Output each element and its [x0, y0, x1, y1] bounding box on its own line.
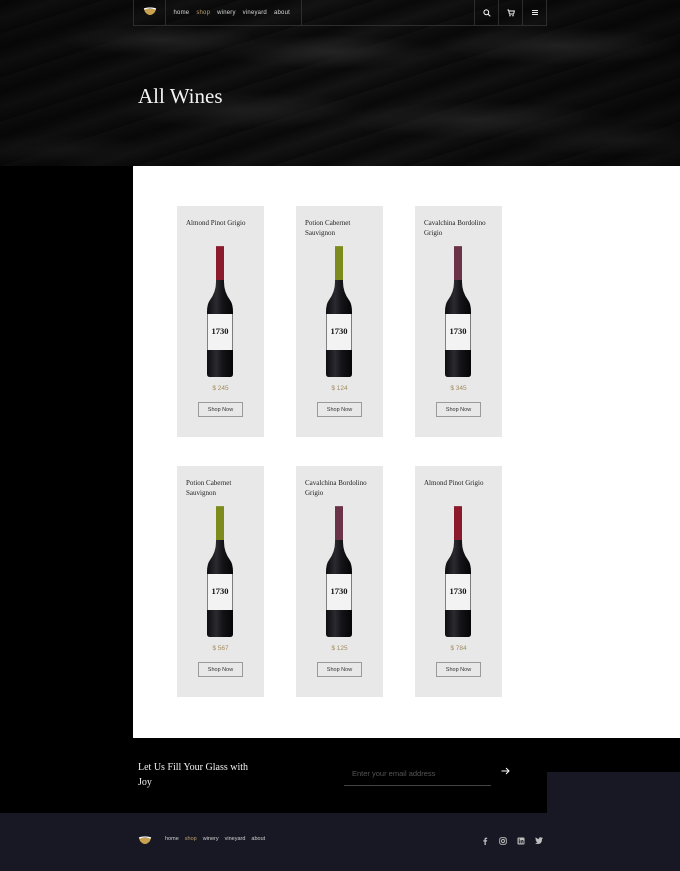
product-card[interactable]: Almond Pinot Grigio 1730 $ 245 Shop Now	[177, 206, 264, 437]
product-name[interactable]: Cavalchina Bordolino Grigio	[424, 218, 498, 238]
nav-winery[interactable]: winery	[214, 10, 240, 16]
newsletter-section: Let Us Fill Your Glass with Joy Enter yo…	[133, 738, 547, 813]
bottle-label-text: 1730	[331, 326, 348, 336]
product-card[interactable]: Potion Cabernet Sauvignon 1730 $ 124 Sho…	[296, 206, 383, 437]
instagram-icon[interactable]	[498, 836, 507, 845]
product-name[interactable]: Almond Pinot Grigio	[424, 478, 498, 488]
twitter-icon[interactable]	[534, 836, 543, 845]
product-card[interactable]: Cavalchina Bordolino Grigio 1730 $ 345 S…	[415, 206, 502, 437]
footer-nav: home shop winery vineyard about	[162, 836, 268, 842]
footer-nav-home[interactable]: home	[162, 836, 182, 842]
cart-button[interactable]	[498, 0, 522, 26]
submit-button[interactable]	[501, 767, 510, 778]
bottle-label-text: 1730	[212, 586, 229, 596]
wine-glass-logo-icon	[138, 836, 152, 844]
newsletter-title: Let Us Fill Your Glass with Joy	[138, 762, 249, 788]
nav-vineyard[interactable]: vineyard	[239, 10, 270, 16]
footer-accent	[547, 772, 680, 813]
product-name[interactable]: Potion Cabernet Sauvignon	[186, 478, 260, 498]
nav-about[interactable]: about	[270, 10, 293, 16]
product-card[interactable]: Potion Cabernet Sauvignon 1730 $ 567 Sho…	[177, 466, 264, 697]
product-price: $ 345	[450, 385, 467, 392]
product-price: $ 124	[331, 385, 348, 392]
product-name[interactable]: Cavalchina Bordolino Grigio	[305, 478, 379, 498]
bottle-label-text: 1730	[450, 326, 467, 336]
wine-bottle-image[interactable]: 1730	[325, 246, 353, 378]
page-title: All Wines	[138, 84, 223, 108]
product-price: $ 567	[212, 645, 229, 652]
footer: home shop winery vineyard about	[0, 813, 680, 871]
shop-now-button[interactable]: Shop Now	[317, 402, 362, 417]
menu-icon	[531, 10, 538, 15]
wine-glass-logo-icon	[143, 7, 156, 15]
logo[interactable]	[134, 0, 166, 26]
product-price: $ 784	[450, 645, 467, 652]
product-name[interactable]: Potion Cabernet Sauvignon	[305, 218, 379, 238]
linkedin-icon[interactable]	[516, 836, 525, 845]
product-name[interactable]: Almond Pinot Grigio	[186, 218, 260, 228]
shop-now-button[interactable]: Shop Now	[436, 662, 481, 677]
product-card[interactable]: Almond Pinot Grigio 1730 $ 784 Shop Now	[415, 466, 502, 697]
product-card[interactable]: Cavalchina Bordolino Grigio 1730 $ 125 S…	[296, 466, 383, 697]
nav-home[interactable]: home	[170, 10, 193, 16]
menu-button[interactable]	[522, 0, 546, 26]
footer-logo[interactable]	[138, 834, 152, 852]
shop-now-button[interactable]: Shop Now	[198, 402, 243, 417]
email-input[interactable]: Enter your email address	[344, 766, 491, 786]
wine-bottle-image[interactable]: 1730	[444, 246, 472, 378]
wine-bottle-image[interactable]: 1730	[206, 246, 234, 378]
bottle-label-text: 1730	[331, 586, 348, 596]
shop-now-button[interactable]: Shop Now	[317, 662, 362, 677]
footer-nav-shop[interactable]: shop	[182, 836, 200, 842]
facebook-icon[interactable]	[480, 836, 489, 845]
shop-now-button[interactable]: Shop Now	[436, 402, 481, 417]
main-nav: home shop winery vineyard about	[166, 0, 303, 26]
wine-bottle-image[interactable]: 1730	[444, 506, 472, 638]
shop-now-button[interactable]: Shop Now	[198, 662, 243, 677]
footer-nav-about[interactable]: about	[248, 836, 268, 842]
product-price: $ 245	[212, 385, 229, 392]
top-navbar: home shop winery vineyard about	[133, 0, 547, 26]
footer-nav-vineyard[interactable]: vineyard	[222, 836, 249, 842]
bottle-label-text: 1730	[212, 326, 229, 336]
cart-icon	[507, 9, 515, 16]
wine-bottle-image[interactable]: 1730	[325, 506, 353, 638]
search-icon	[482, 8, 491, 17]
nav-shop[interactable]: shop	[193, 10, 214, 16]
arrow-right-icon	[501, 767, 510, 775]
wine-bottle-image[interactable]: 1730	[206, 506, 234, 638]
bottle-label-text: 1730	[450, 586, 467, 596]
footer-nav-winery[interactable]: winery	[200, 836, 222, 842]
social-links	[480, 836, 543, 845]
search-button[interactable]	[474, 0, 498, 26]
product-grid: Almond Pinot Grigio 1730 $ 245 Shop Now …	[133, 166, 680, 738]
product-price: $ 125	[331, 645, 348, 652]
